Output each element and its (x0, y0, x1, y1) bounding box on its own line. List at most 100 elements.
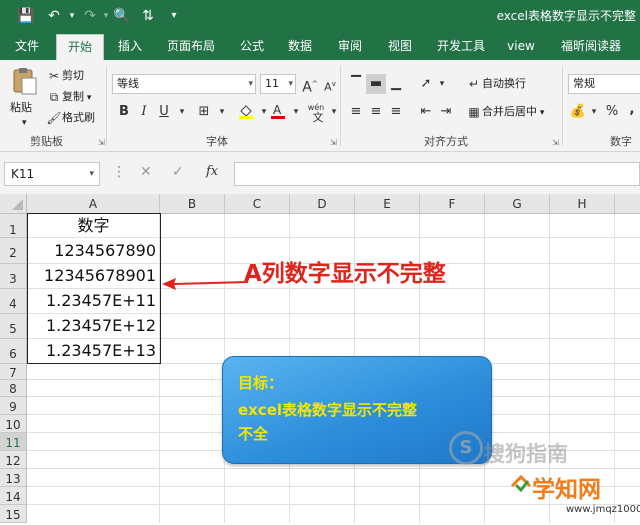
grow-font-icon[interactable]: A^ (300, 74, 320, 96)
underline-button[interactable]: U (154, 102, 174, 122)
paste-button[interactable]: 粘贴 (10, 100, 32, 116)
font-launcher-icon[interactable]: ⇲ (330, 138, 337, 147)
merge-center-button[interactable]: ▦ 合并后居中 ▾ (466, 104, 544, 121)
tab-foxit-reader[interactable]: 福昕阅读器 (552, 32, 630, 60)
font-color-icon[interactable]: A (268, 102, 288, 122)
cell-a4[interactable]: 1.23457E+11 (28, 289, 159, 313)
column-header-i[interactable] (615, 194, 640, 214)
align-top-icon[interactable]: ▔ (346, 74, 366, 94)
border-dropdown-icon[interactable]: ▾ (212, 102, 232, 122)
font-color-dropdown-icon[interactable]: ▾ (286, 102, 306, 122)
cancel-icon[interactable]: ✕ (140, 164, 152, 180)
undo-icon[interactable]: ↶ (44, 6, 64, 26)
select-all-corner[interactable] (0, 194, 27, 214)
row-header-15[interactable]: 15 (0, 505, 27, 523)
cell-a3[interactable]: 12345678901 (28, 264, 159, 288)
row-header-6[interactable]: 6 (0, 339, 27, 364)
tab-review[interactable]: 审阅 (330, 32, 370, 60)
row-header-14[interactable]: 14 (0, 487, 27, 505)
italic-button[interactable]: I (134, 102, 154, 122)
align-left-icon[interactable]: ≡ (346, 102, 366, 122)
cell-a1[interactable]: 数字 (28, 215, 159, 237)
align-bottom-icon[interactable]: ▁ (386, 74, 406, 94)
column-header-a[interactable]: A (27, 194, 160, 214)
sort-icon[interactable]: ⇅ (138, 6, 158, 26)
column-header-b[interactable]: B (160, 194, 225, 214)
shrink-font-icon[interactable]: Av (320, 74, 340, 94)
tab-developer[interactable]: 开发工具 (430, 32, 492, 60)
paste-icon[interactable] (8, 66, 40, 96)
alignment-launcher-icon[interactable]: ⇲ (552, 138, 559, 147)
row-header-2[interactable]: 2 (0, 238, 27, 264)
customize-icon[interactable]: ▾ (164, 6, 184, 26)
name-box[interactable]: K11 ▾ (4, 162, 100, 186)
cut-button[interactable]: ✂ 剪切 (46, 68, 84, 84)
tab-view[interactable]: 视图 (380, 32, 420, 60)
font-size-select[interactable]: 11 ▾ (260, 74, 296, 94)
print-preview-icon[interactable]: 🔍 (112, 6, 132, 26)
fill-color-icon[interactable] (236, 102, 256, 122)
column-header-f[interactable]: F (420, 194, 485, 214)
tab-view-addin[interactable]: view (500, 32, 542, 60)
border-icon[interactable]: ⊞ (194, 102, 214, 122)
row-header-5[interactable]: 5 (0, 314, 27, 339)
row-header-8[interactable]: 8 (0, 380, 27, 397)
site-watermark-url: www.jmqz1000.com (566, 504, 640, 515)
align-right-icon[interactable]: ≡ (386, 102, 406, 122)
cell-a5[interactable]: 1.23457E+12 (28, 314, 159, 338)
format-painter-button[interactable]: 🖌格式刷 (46, 110, 95, 126)
chevron-down-icon: ▾ (89, 169, 94, 179)
comma-button[interactable]: , (622, 100, 640, 120)
font-name-select[interactable]: 等线 ▾ (112, 74, 256, 94)
number-format-select[interactable]: 常规 (568, 74, 640, 94)
undo-dropdown-icon[interactable]: ▾ (62, 6, 82, 26)
row-header-13[interactable]: 13 (0, 469, 27, 487)
column-header-g[interactable]: G (485, 194, 550, 214)
row-header-4[interactable]: 4 (0, 289, 27, 314)
row-header-3[interactable]: 3 (0, 264, 27, 289)
copy-button[interactable]: ⧉ 复制 ▾ (46, 89, 92, 106)
paste-dropdown-icon[interactable]: ▾ (22, 115, 27, 131)
save-icon[interactable]: 💾 (16, 6, 36, 26)
tab-file[interactable]: 文件 (6, 32, 48, 60)
insert-function-button[interactable]: fx (206, 164, 218, 179)
align-center-icon[interactable]: ≡ (366, 102, 386, 122)
clipboard-launcher-icon[interactable]: ⇲ (98, 138, 105, 147)
tab-home[interactable]: 开始 (56, 34, 104, 60)
column-header-d[interactable]: D (290, 194, 355, 214)
align-middle-icon[interactable]: ▬ (366, 74, 386, 94)
row-header-9[interactable]: 9 (0, 397, 27, 415)
phonetic-dropdown-icon[interactable]: ▾ (324, 102, 344, 122)
tab-data[interactable]: 数据 (280, 32, 320, 60)
enter-icon[interactable]: ✓ (172, 164, 184, 180)
tab-insert[interactable]: 插入 (110, 32, 150, 60)
increase-indent-icon[interactable]: ⇥ (436, 102, 456, 122)
chevron-down-icon: ▾ (248, 79, 253, 89)
percent-button[interactable]: % (602, 102, 622, 122)
formula-input[interactable] (234, 162, 640, 186)
site-watermark: 学知网 www.jmqz1000.com (502, 466, 640, 523)
column-header-h[interactable]: H (550, 194, 615, 214)
bold-button[interactable]: B (114, 102, 134, 122)
wrap-text-button[interactable]: ↵ 自动换行 (466, 76, 526, 92)
annotation-text: A列数字显示不完整 (244, 261, 446, 287)
sougou-logo-icon: S (449, 431, 483, 465)
decrease-indent-icon[interactable]: ⇤ (416, 102, 436, 122)
site-watermark-title: 学知网 (532, 477, 601, 503)
tab-formulas[interactable]: 公式 (232, 32, 272, 60)
currency-dropdown-icon[interactable]: ▾ (584, 102, 604, 122)
underline-dropdown-icon[interactable]: ▾ (172, 102, 192, 122)
ribbon-tabs: 文件 开始 插入 页面布局 公式 数据 审阅 视图 开发工具 view 福昕阅读… (0, 32, 640, 60)
row-header-10[interactable]: 10 (0, 415, 27, 433)
row-header-1[interactable]: 1 (0, 214, 27, 238)
cell-a6[interactable]: 1.23457E+13 (28, 339, 159, 363)
cell-a2[interactable]: 1234567890 (28, 239, 159, 263)
column-header-c[interactable]: C (225, 194, 290, 214)
tab-page-layout[interactable]: 页面布局 (158, 32, 224, 60)
row-header-12[interactable]: 12 (0, 451, 27, 469)
row-header-11[interactable]: 11 (0, 433, 27, 451)
goal-title: 目标： (238, 374, 284, 392)
row-header-7[interactable]: 7 (0, 364, 27, 380)
orientation-dropdown-icon[interactable]: ▾ (432, 74, 452, 94)
column-header-e[interactable]: E (355, 194, 420, 214)
